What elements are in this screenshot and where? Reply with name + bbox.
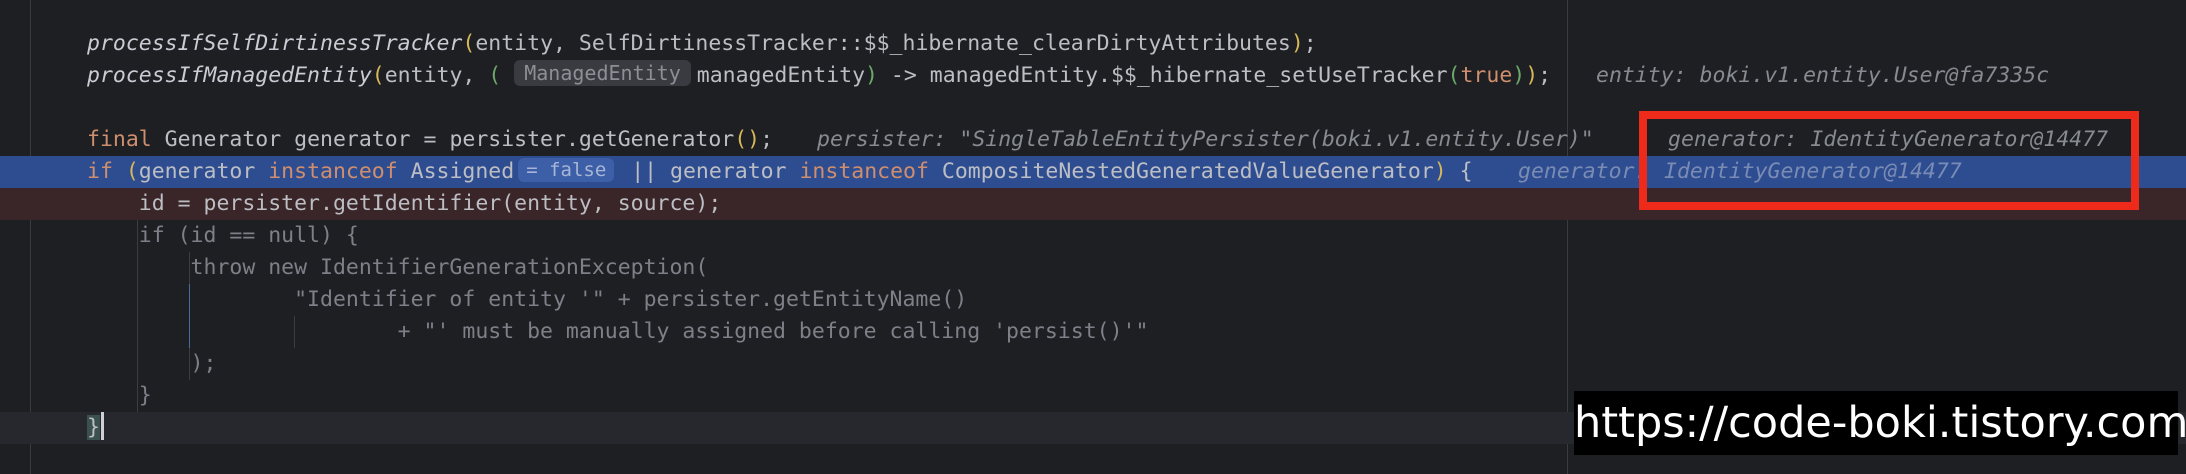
lambda-body: -> managedEntity.$$_hibernate_setUseTrac… <box>877 63 1448 88</box>
code-line-2[interactable]: processIfManagedEntity(entity, ( Managed… <box>0 60 2186 92</box>
paren: ) <box>1525 63 1539 88</box>
code-line-1[interactable]: processIfSelfDirtinessTracker(entity, Se… <box>0 28 2186 60</box>
paren: ( <box>1447 63 1461 88</box>
condition-or: || generator <box>618 159 800 184</box>
close-brace-outer: } <box>87 415 100 440</box>
keyword-final: final <box>87 127 152 152</box>
debug-inline-value-entity[interactable]: entity: boki.v1.entity.User@fa7335c <box>1596 60 2049 92</box>
statement-if-null: if (id == null) { <box>87 223 359 248</box>
statement-message-part-1: "Identifier of entity '" + persister.get… <box>87 287 968 312</box>
call-arguments: entity, <box>384 63 489 88</box>
paren: ( <box>488 63 502 88</box>
evaluated-value-hint[interactable]: = false <box>518 158 615 182</box>
indent-guide-active <box>189 284 190 348</box>
debug-inline-value-persister[interactable]: persister: "SingleTableEntityPersister(b… <box>817 124 1594 156</box>
variable-generator: generator <box>138 159 269 184</box>
semicolon: ; <box>760 127 774 152</box>
keyword-instanceof: instanceof <box>799 159 929 184</box>
watermark-url: https://code-boki.tistory.com <box>1574 391 2186 455</box>
lambda-parameter: managedEntity <box>696 63 866 88</box>
code-line-8[interactable]: "Identifier of entity '" + persister.get… <box>0 284 2186 316</box>
paren: ( <box>112 159 139 184</box>
semicolon: ; <box>1303 31 1317 56</box>
method-call: processIfManagedEntity <box>87 63 372 88</box>
declaration: Generator generator = persister.getGener… <box>151 127 735 152</box>
debug-inline-value-generator-label[interactable]: generator: <box>1518 156 1647 188</box>
paren: ) <box>1290 31 1304 56</box>
text-caret <box>100 412 104 440</box>
indent-guide <box>137 220 138 412</box>
code-line-6[interactable]: if (id == null) { <box>0 220 2186 252</box>
keyword-instanceof: instanceof <box>268 159 398 184</box>
call-arguments: entity, SelfDirtinessTracker::$$_hiberna… <box>475 31 1291 56</box>
type-name: Assigned <box>397 159 515 184</box>
method-call: processIfSelfDirtinessTracker <box>87 31 463 56</box>
paren: () <box>734 127 761 152</box>
code-line-7[interactable]: throw new IdentifierGenerationException( <box>0 252 2186 284</box>
paren: ( <box>462 31 476 56</box>
indent-guide <box>294 316 295 348</box>
statement-close-paren: ); <box>87 351 217 376</box>
open-brace: { <box>1446 159 1473 184</box>
statement-throw: throw new IdentifierGenerationException( <box>87 255 709 280</box>
paren: ) <box>1433 159 1447 184</box>
code-editor[interactable]: processIfSelfDirtinessTracker(entity, Se… <box>0 0 2186 474</box>
paren: ) <box>1512 63 1526 88</box>
boolean-literal: true <box>1460 63 1513 88</box>
close-brace-inner: } <box>87 383 152 408</box>
paren: ) <box>865 63 878 88</box>
statement-message-part-2: + "' must be manually assigned before ca… <box>87 319 1149 344</box>
paren: ( <box>371 63 385 88</box>
code-line-10[interactable]: ); <box>0 348 2186 380</box>
type-inlay-hint[interactable]: ManagedEntity <box>514 60 691 86</box>
highlight-annotation-box <box>1639 111 2139 210</box>
semicolon: ; <box>1538 63 1552 88</box>
type-name: CompositeNestedGeneratedValueGenerator <box>928 159 1434 184</box>
keyword-if: if <box>87 159 113 184</box>
code-line-9[interactable]: + "' must be manually assigned before ca… <box>0 316 2186 348</box>
statement-assign-id: id = persister.getIdentifier(entity, sou… <box>87 191 722 216</box>
